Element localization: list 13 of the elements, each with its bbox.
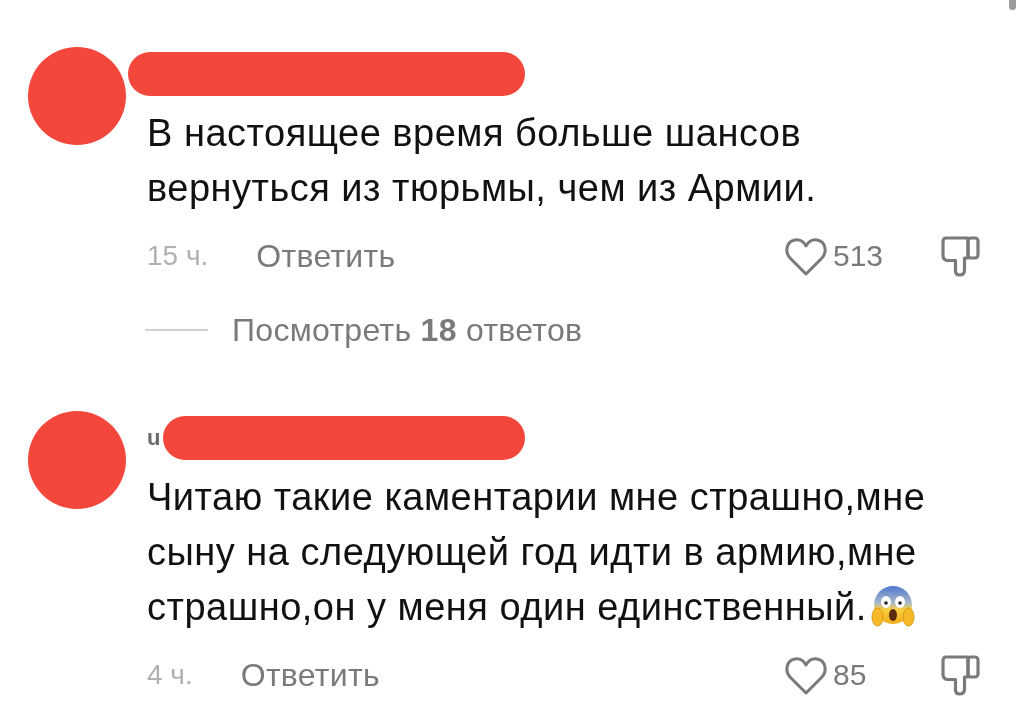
like-count: 513 xyxy=(833,239,884,273)
comment-text: В настоящее время больше шансов вернуться из тюрьмы, чем из Армии. xyxy=(147,112,817,209)
username[interactable]: u xyxy=(147,425,161,451)
comment-text: Читаю такие каментарии мне страшно,мне сыну на следующей год идти в армию,мне страшно,он у меня один единственный. xyxy=(147,476,926,628)
reply-button[interactable]: Ответить xyxy=(240,656,380,694)
reply-button[interactable]: Ответить xyxy=(256,237,396,275)
thumbs-down-icon[interactable] xyxy=(940,653,982,697)
scrollbar-thumb[interactable] xyxy=(1009,0,1016,10)
comment-time: 4 ч. xyxy=(147,659,193,691)
like-count: 85 xyxy=(833,658,867,692)
view-replies-link[interactable]: Посмотреть 18 ответов xyxy=(232,311,583,349)
thumbs-down-icon[interactable] xyxy=(940,234,982,278)
comment-time: 15 ч. xyxy=(147,240,209,272)
